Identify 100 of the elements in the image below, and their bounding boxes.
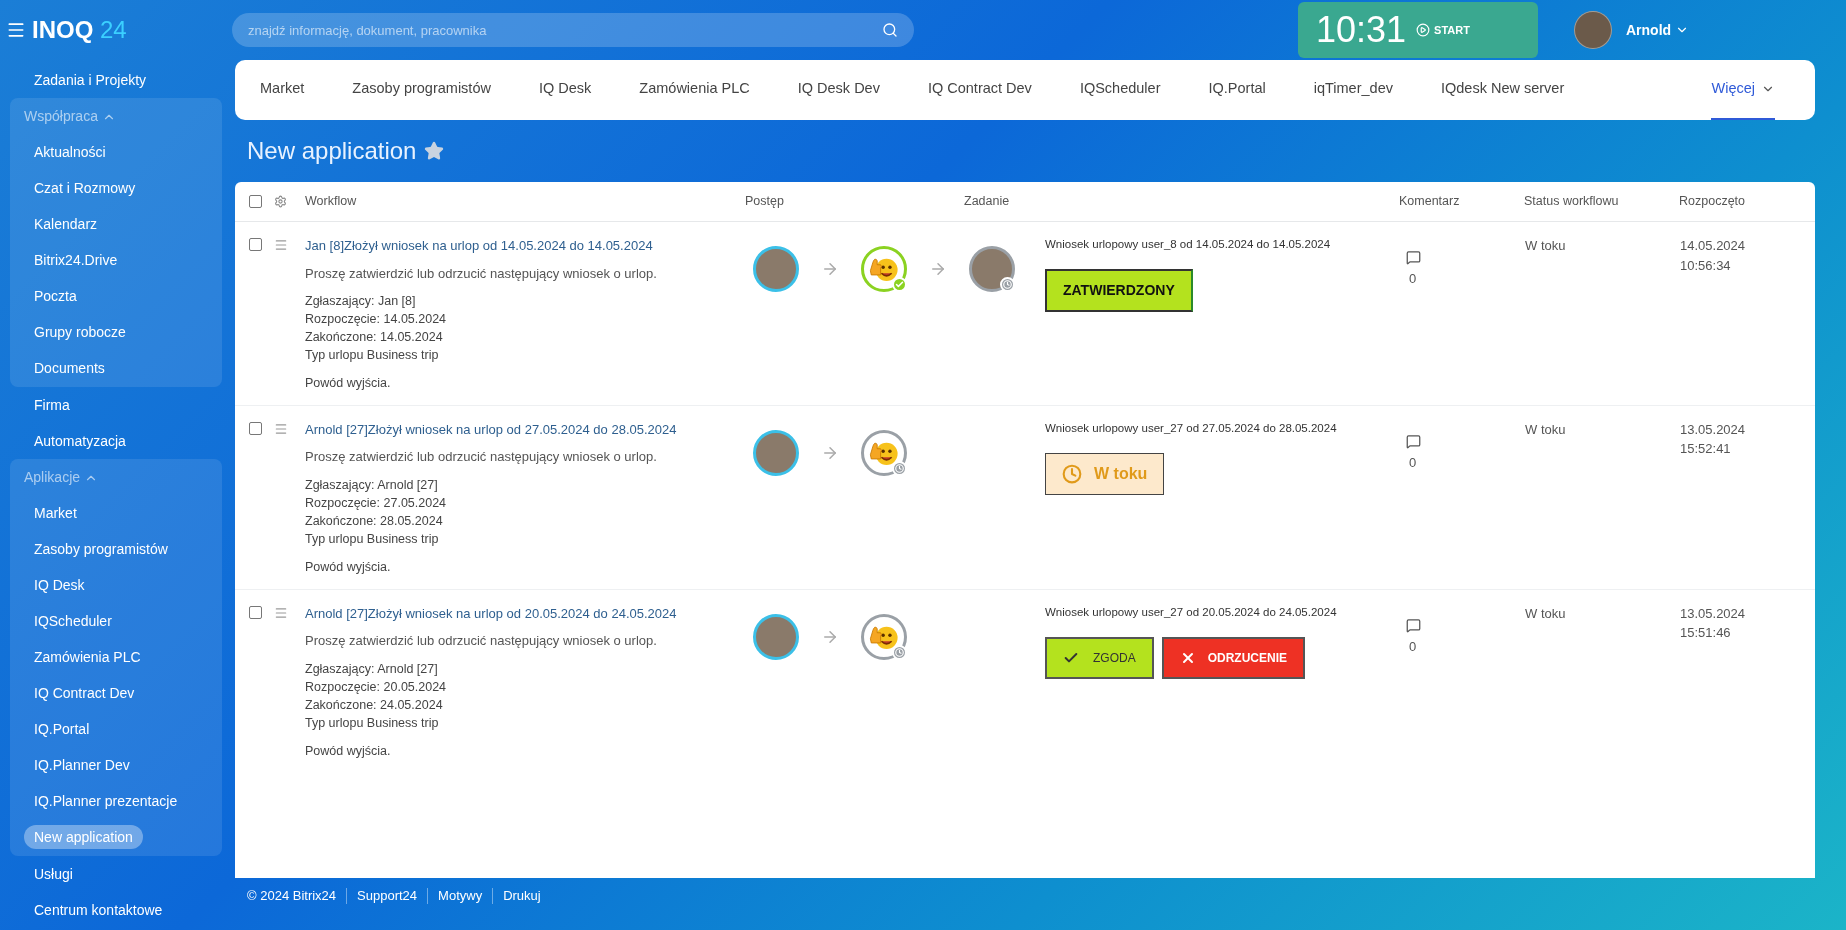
timer-start-button[interactable]: START [1416, 21, 1470, 39]
sidebar-item[interactable]: Market [24, 501, 87, 525]
column-header[interactable]: Workflow [305, 192, 745, 211]
nav-tab[interactable]: Zamówienia PLC [639, 60, 750, 120]
nav-tab[interactable]: IQ Desk [538, 60, 592, 120]
sidebar-group-header[interactable]: Współpraca [20, 106, 212, 127]
comment-icon[interactable] [1406, 250, 1421, 265]
sidebar-item[interactable]: IQ.Planner prezentacje [24, 789, 188, 813]
start-date: 13.05.2024 [1680, 604, 1747, 623]
start-time: 15:51:46 [1680, 624, 1732, 642]
sidebar-item[interactable]: Documents [24, 356, 115, 380]
workflow-detail: Zgłaszający: Arnold [27] [305, 660, 439, 678]
column-header[interactable]: Rozpoczęto [1679, 192, 1815, 211]
column-header[interactable]: Komentarz [1399, 192, 1524, 211]
row-checkbox[interactable] [249, 605, 262, 619]
workflow-title-link[interactable]: Arnold [27]Złożył wniosek na urlop od 20.05.2024 do 24.05.2024 [305, 603, 745, 623]
column-header[interactable]: Status workflowu [1524, 192, 1679, 211]
sidebar-item[interactable]: IQ.Planner Dev [24, 753, 140, 777]
drag-handle-icon[interactable] [274, 238, 288, 252]
nav-tab[interactable]: IQ.Portal [1208, 60, 1266, 120]
approve-button[interactable]: ZGODA [1045, 636, 1154, 679]
nav-tab[interactable]: Market [260, 60, 305, 120]
drag-handle-icon[interactable] [274, 605, 288, 620]
settings-icon[interactable] [274, 195, 287, 208]
user-menu-button[interactable]: Arnold [1626, 19, 1690, 41]
user-avatar[interactable] [1574, 11, 1612, 49]
workflow-status: W toku [1525, 237, 1567, 255]
sidebar-item[interactable]: Zadania i Projekty [24, 68, 157, 92]
nav-tab[interactable]: IQScheduler [1079, 60, 1161, 120]
start-time: 10:56:34 [1680, 256, 1732, 275]
nav-tab[interactable]: IQ Contract Dev [927, 60, 1032, 120]
nav-tab[interactable]: IQ Desk Dev [797, 60, 880, 120]
workflow-title-link[interactable]: Jan [8]Złożył wniosek na urlop od 14.05.2024 do 14.05.2024 [305, 236, 745, 256]
nav-tab[interactable]: iqTimer_dev [1313, 60, 1393, 120]
sidebar-item[interactable]: Aktualności [24, 140, 116, 164]
footer-link[interactable]: Support24 [357, 886, 418, 906]
task-title: Wniosek urlopowy user_27 od 20.05.2024 do 24.05.2024 [1045, 604, 1338, 620]
reject-button[interactable]: ODRZUCENIE [1161, 636, 1305, 679]
sidebar-item[interactable]: Bitrix24.Drive [24, 248, 128, 272]
workflow-status: W toku [1525, 604, 1567, 623]
footer-link[interactable]: Drukuj [503, 886, 541, 906]
workflow-detail: Rozpoczęcie: 27.05.2024 [305, 494, 448, 512]
workflow-reason: Powód wyjścia. [305, 742, 392, 760]
footer-link[interactable]: Motywy [438, 886, 483, 906]
workflow-detail: Typ urlopu Business trip [305, 347, 440, 364]
workflow-detail: Zakończone: 14.05.2024 [305, 329, 444, 346]
start-date: 13.05.2024 [1680, 420, 1747, 439]
column-header[interactable]: Zadanie [964, 192, 1399, 211]
sidebar-item[interactable]: IQ.Portal [24, 717, 100, 741]
clock-icon [1062, 464, 1082, 484]
workflow-reason: Powód wyjścia. [305, 375, 392, 392]
menu-icon[interactable] [6, 20, 26, 40]
workflow-detail: Zgłaszający: Jan [8] [305, 293, 417, 310]
sidebar-item[interactable]: Czat i Rozmowy [24, 176, 146, 200]
sidebar-item[interactable]: Centrum kontaktowe [24, 898, 173, 922]
search-icon[interactable] [882, 22, 898, 38]
sidebar-item[interactable]: New application [24, 825, 143, 849]
sidebar-item[interactable]: Automatyzacja [24, 429, 136, 453]
sidebar-group-header[interactable]: Aplikacje [20, 467, 212, 488]
start-date: 14.05.2024 [1680, 237, 1747, 255]
workflow-detail: Zakończone: 28.05.2024 [305, 512, 444, 530]
row-checkbox[interactable] [249, 238, 262, 251]
sidebar-item[interactable]: Kalendarz [24, 212, 108, 236]
page-title: New application [247, 136, 417, 166]
task-title: Wniosek urlopowy user_8 od 14.05.2024 do 14.05.2024 [1045, 237, 1332, 252]
sidebar-item[interactable]: Poczta [24, 284, 87, 308]
drag-handle-icon[interactable] [274, 421, 288, 436]
sidebar-item[interactable]: Usługi [24, 862, 83, 886]
comment-icon[interactable] [1406, 617, 1421, 633]
row-checkbox[interactable] [249, 195, 262, 208]
comment-icon[interactable] [1406, 433, 1421, 449]
nav-tab[interactable]: IQdesk New server [1440, 60, 1565, 120]
play-icon [1416, 23, 1431, 37]
sidebar-item[interactable]: Zamówienia PLC [24, 645, 151, 669]
sidebar-item[interactable]: IQScheduler [24, 609, 122, 633]
star-icon[interactable] [424, 141, 445, 161]
sidebar-item[interactable]: IQ Contract Dev [24, 681, 145, 705]
workflow-reason: Powód wyjścia. [305, 558, 392, 576]
workflow-detail: Rozpoczęcie: 14.05.2024 [305, 311, 448, 328]
workflow-detail: Zakończone: 24.05.2024 [305, 696, 444, 714]
sidebar-item[interactable]: IQ Desk [24, 573, 95, 597]
workflow-message: Proszę zatwierdzić lub odrzucić następujący wniosek o urlop. [305, 448, 658, 467]
nav-tab[interactable]: Zasoby programistów [352, 60, 491, 120]
comment-count: 0 [1408, 270, 1417, 288]
workflow-title-link[interactable]: Arnold [27]Złożył wniosek na urlop od 27.05.2024 do 28.05.2024 [305, 419, 745, 440]
app-logo[interactable]: INOQ 24 [32, 12, 127, 48]
status-text: W toku [1094, 464, 1148, 484]
workflow-detail: Typ urlopu Business trip [305, 714, 440, 732]
sidebar-item[interactable]: Firma [24, 393, 80, 417]
workflow-detail: Zgłaszający: Arnold [27] [305, 476, 439, 494]
sidebar-item[interactable]: Grupy robocze [24, 320, 136, 344]
workflow-message: Proszę zatwierdzić lub odrzucić następujący wniosek o urlop. [305, 632, 658, 650]
arrow-right-icon [929, 260, 947, 278]
sidebar-item[interactable]: Zasoby programistów [24, 537, 178, 561]
workflow-detail: Rozpoczęcie: 20.05.2024 [305, 678, 448, 696]
row-checkbox[interactable] [249, 421, 262, 435]
task-title: Wniosek urlopowy user_27 od 27.05.2024 do 28.05.2024 [1045, 420, 1338, 436]
workflow-detail: Typ urlopu Business trip [305, 530, 440, 548]
column-header[interactable]: Postęp [745, 192, 964, 211]
more-tab[interactable]: Więcej [1711, 60, 1775, 120]
